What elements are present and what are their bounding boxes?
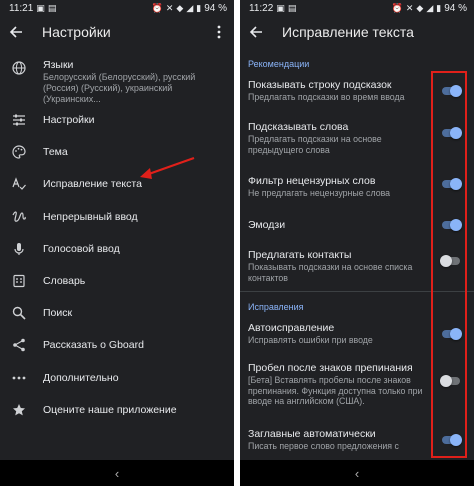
star-icon [11, 402, 27, 418]
setting-subtitle: Предлагать подсказки на основе предыдуще… [248, 134, 382, 155]
page-title: Исправление текста [282, 24, 414, 40]
menu-item-label: Настройки [43, 114, 95, 127]
text-correction-screen: 11:22 ▣ ▤ ⏰ ✕ ◆ ◢ ▮ 94 % Исправление тек… [240, 0, 474, 486]
setting-title: Подсказывать слова [248, 121, 349, 133]
menu-item-label: Словарь [43, 275, 86, 288]
settings-menu: Языки Белорусский (Белорусский), русский… [0, 52, 234, 426]
menu-item-label: Языки [43, 59, 74, 71]
menu-item-glide-typing[interactable]: Непрерывный ввод [0, 201, 234, 233]
more-horizontal-icon [11, 370, 27, 386]
menu-item-label: Рассказать о Gboard [43, 339, 144, 352]
wifi-icon: ◆ [176, 2, 184, 13]
menu-item-label: Непрерывный ввод [43, 210, 138, 223]
menu-item-settings[interactable]: Настройки [0, 104, 234, 136]
search-icon [11, 305, 27, 321]
setting-title: Предлагать контакты [248, 249, 352, 261]
annotation-highlight-box [431, 71, 467, 458]
setting-title: Заглавные автоматически [248, 428, 376, 440]
menu-item-languages[interactable]: Языки Белорусский (Белорусский), русский… [0, 52, 234, 104]
setting-title: Автоисправление [248, 322, 335, 334]
notification-icon: ▤ [287, 2, 297, 13]
menu-item-label: Дополнительно [43, 371, 119, 384]
battery-level: 94 % [204, 2, 227, 14]
battery-icon: ▮ [436, 2, 442, 13]
gesture-icon [11, 209, 27, 225]
app-bar: Настройки [0, 16, 234, 48]
dictionary-icon [11, 273, 27, 289]
notification-icon: ▤ [47, 2, 57, 13]
navigation-bar: ‹ [0, 460, 234, 486]
menu-item-subtitle: Белорусский (Белорусский), русский (Росс… [43, 72, 196, 104]
signal-icon: ◢ [426, 2, 434, 13]
setting-title: Пробел после знаков препинания [248, 362, 413, 374]
sliders-icon [11, 112, 27, 128]
mute-icon: ✕ [405, 2, 414, 13]
status-bar: 11:22 ▣ ▤ ⏰ ✕ ◆ ◢ ▮ 94 % [240, 0, 474, 16]
annotation-arrow [140, 156, 195, 179]
setting-subtitle: Не предлагать нецензурные слова [248, 188, 391, 198]
menu-item-label: Оцените наше приложение [43, 403, 177, 416]
navigation-bar: ‹ [240, 460, 474, 486]
menu-item-rate-app[interactable]: Оцените наше приложение [0, 394, 234, 426]
menu-item-share[interactable]: Рассказать о Gboard [0, 329, 234, 361]
wifi-icon: ◆ [416, 2, 424, 13]
menu-item-theme[interactable]: Тема [0, 136, 234, 168]
setting-title: Эмодзи [248, 219, 286, 231]
settings-screen: 11:21 ▣ ▤ ⏰ ✕ ◆ ◢ ▮ 94 % Настройки Языки [0, 0, 234, 486]
nav-back-icon[interactable]: ‹ [355, 466, 359, 481]
page-title: Настройки [42, 24, 111, 40]
alarm-icon: ⏰ [151, 2, 163, 13]
microphone-icon [11, 241, 27, 257]
menu-item-label: Тема [43, 146, 68, 159]
menu-item-advanced[interactable]: Дополнительно [0, 362, 234, 394]
back-arrow-icon[interactable] [248, 24, 264, 40]
setting-title: Фильтр нецензурных слов [248, 175, 376, 187]
menu-item-text-correction[interactable]: Исправление текста [0, 168, 234, 200]
app-bar: Исправление текста [240, 16, 474, 48]
status-time: 11:21 [9, 2, 34, 14]
status-bar: 11:21 ▣ ▤ ⏰ ✕ ◆ ◢ ▮ 94 % [0, 0, 234, 16]
nav-back-icon[interactable]: ‹ [115, 466, 119, 481]
more-vert-icon[interactable] [212, 24, 226, 40]
setting-subtitle: Писать первое слово предложения с [248, 441, 399, 451]
palette-icon [11, 144, 27, 160]
battery-icon: ▮ [196, 2, 202, 13]
setting-subtitle: Показывать подсказки на основе списка ко… [248, 262, 413, 283]
battery-level: 94 % [444, 2, 467, 14]
alarm-icon: ⏰ [391, 2, 403, 13]
notification-icon: ▣ [36, 2, 45, 13]
status-time: 11:22 [249, 2, 274, 14]
signal-icon: ◢ [186, 2, 194, 13]
globe-icon [11, 60, 27, 76]
text-correction-icon [11, 176, 27, 192]
menu-item-voice-input[interactable]: Голосовой ввод [0, 233, 234, 265]
setting-subtitle: [Бета] Вставлять пробелы после знаков пр… [248, 375, 423, 406]
menu-item-dictionary[interactable]: Словарь [0, 265, 234, 297]
setting-title: Показывать строку подсказок [248, 79, 392, 91]
menu-item-label: Исправление текста [43, 178, 142, 191]
section-header-suggestions: Рекомендации [248, 59, 310, 69]
notification-icon: ▣ [276, 2, 285, 13]
share-icon [11, 337, 27, 353]
setting-subtitle: Предлагать подсказки во время ввода [248, 92, 405, 102]
setting-subtitle: Исправлять ошибки при вводе [248, 335, 373, 345]
menu-item-search[interactable]: Поиск [0, 297, 234, 329]
menu-item-label: Голосовой ввод [43, 242, 120, 255]
menu-item-label: Поиск [43, 307, 73, 320]
back-arrow-icon[interactable] [8, 24, 24, 40]
mute-icon: ✕ [165, 2, 174, 13]
